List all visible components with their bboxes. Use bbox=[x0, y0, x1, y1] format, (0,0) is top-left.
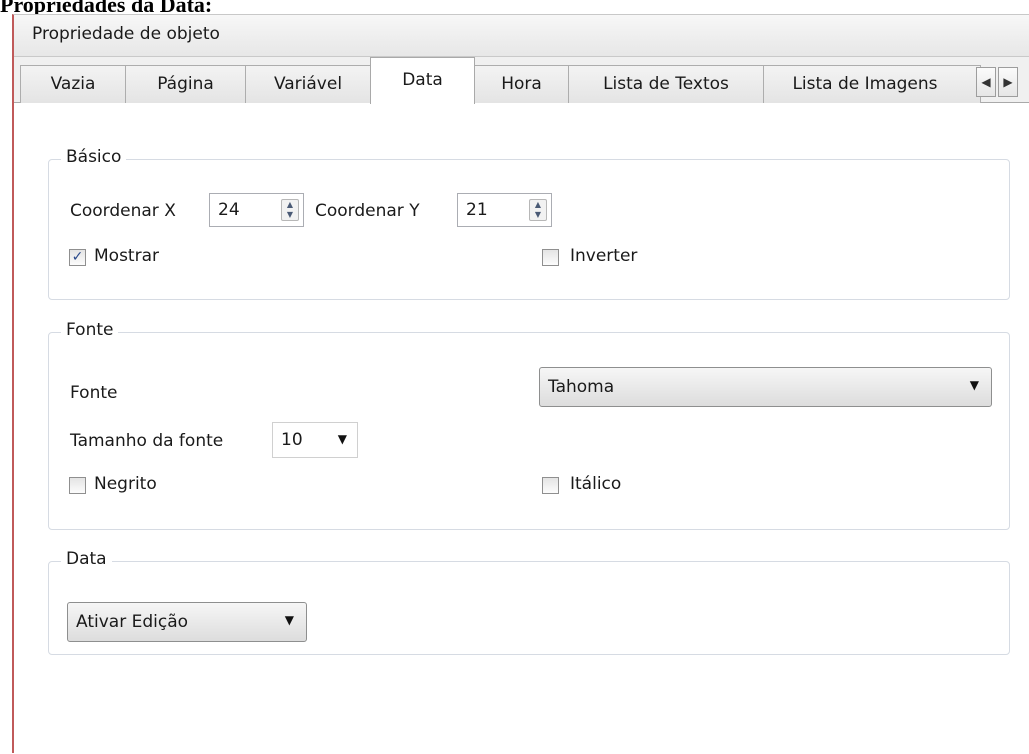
window-title: Propriedade de objeto bbox=[32, 24, 220, 44]
mostrar-label: Mostrar bbox=[94, 246, 159, 266]
tamanho-fonte-select[interactable]: 10 ▼ bbox=[272, 422, 358, 458]
data-mode-value: Ativar Edição bbox=[76, 612, 189, 632]
chevron-down-icon: ▼ bbox=[337, 432, 347, 446]
tab-lista-de-textos[interactable]: Lista de Textos bbox=[568, 65, 764, 103]
group-basico: Básico Coordenar X 24 ▲ ▼ Coordenar Y 21… bbox=[48, 147, 1010, 300]
spin-up-icon[interactable]: ▲ bbox=[282, 200, 298, 210]
tamanho-fonte-label: Tamanho da fonte bbox=[70, 431, 224, 451]
mostrar-checkbox[interactable]: ✓ bbox=[69, 249, 86, 266]
tab-hora[interactable]: Hora bbox=[474, 65, 569, 103]
tab-lista-de-imagens[interactable]: Lista de Imagens bbox=[763, 65, 981, 103]
fonte-dropdown[interactable]: Tahoma ▼ bbox=[539, 367, 992, 407]
scroll-right-icon[interactable]: ▶ bbox=[998, 67, 1018, 97]
scroll-left-icon[interactable]: ◀ bbox=[976, 67, 996, 97]
fonte-label: Fonte bbox=[70, 383, 118, 403]
italico-checkbox[interactable] bbox=[542, 477, 559, 494]
spin-down-icon[interactable]: ▼ bbox=[282, 210, 298, 220]
inverter-checkbox[interactable] bbox=[542, 249, 559, 266]
italico-label: Itálico bbox=[570, 474, 622, 494]
group-fonte-title: Fonte bbox=[61, 320, 119, 340]
coord-y-label: Coordenar Y bbox=[315, 201, 420, 221]
tab-variavel[interactable]: Variável bbox=[245, 65, 371, 103]
inverter-label: Inverter bbox=[570, 246, 638, 266]
chevron-down-icon: ▼ bbox=[284, 613, 294, 627]
window-titlebar: Propriedade de objeto bbox=[14, 15, 1029, 57]
tamanho-fonte-value: 10 bbox=[281, 430, 303, 450]
group-fonte: Fonte Fonte Tahoma ▼ Tamanho da fonte 10… bbox=[48, 320, 1010, 530]
coord-y-stepper[interactable]: ▲ ▼ bbox=[529, 199, 547, 221]
group-basico-title: Básico bbox=[61, 147, 127, 167]
group-data-title: Data bbox=[61, 549, 112, 569]
coord-x-value: 24 bbox=[218, 200, 240, 220]
spin-up-icon[interactable]: ▲ bbox=[530, 200, 546, 210]
coord-x-stepper[interactable]: ▲ ▼ bbox=[281, 199, 299, 221]
spin-down-icon[interactable]: ▼ bbox=[530, 210, 546, 220]
tab-pagina[interactable]: Página bbox=[125, 65, 246, 103]
tab-panel-data: Básico Coordenar X 24 ▲ ▼ Coordenar Y 21… bbox=[14, 103, 1029, 754]
fonte-value: Tahoma bbox=[548, 377, 615, 397]
coord-x-spinner[interactable]: 24 ▲ ▼ bbox=[209, 193, 304, 227]
coord-x-label: Coordenar X bbox=[70, 201, 176, 221]
tab-data[interactable]: Data bbox=[370, 57, 475, 104]
tab-vazia[interactable]: Vazia bbox=[20, 65, 126, 103]
negrito-label: Negrito bbox=[94, 474, 157, 494]
coord-y-spinner[interactable]: 21 ▲ ▼ bbox=[457, 193, 552, 227]
checkmark-icon: ✓ bbox=[71, 249, 84, 265]
object-properties-window: Propriedade de objeto Vazia Página Variá… bbox=[12, 14, 1029, 754]
chevron-down-icon: ▼ bbox=[969, 378, 979, 392]
group-data: Data Ativar Edição ▼ bbox=[48, 549, 1010, 655]
coord-y-value: 21 bbox=[466, 200, 488, 220]
negrito-checkbox[interactable] bbox=[69, 477, 86, 494]
tab-strip: Vazia Página Variável Data Hora Lista de… bbox=[14, 57, 1029, 104]
data-mode-dropdown[interactable]: Ativar Edição ▼ bbox=[67, 602, 307, 642]
